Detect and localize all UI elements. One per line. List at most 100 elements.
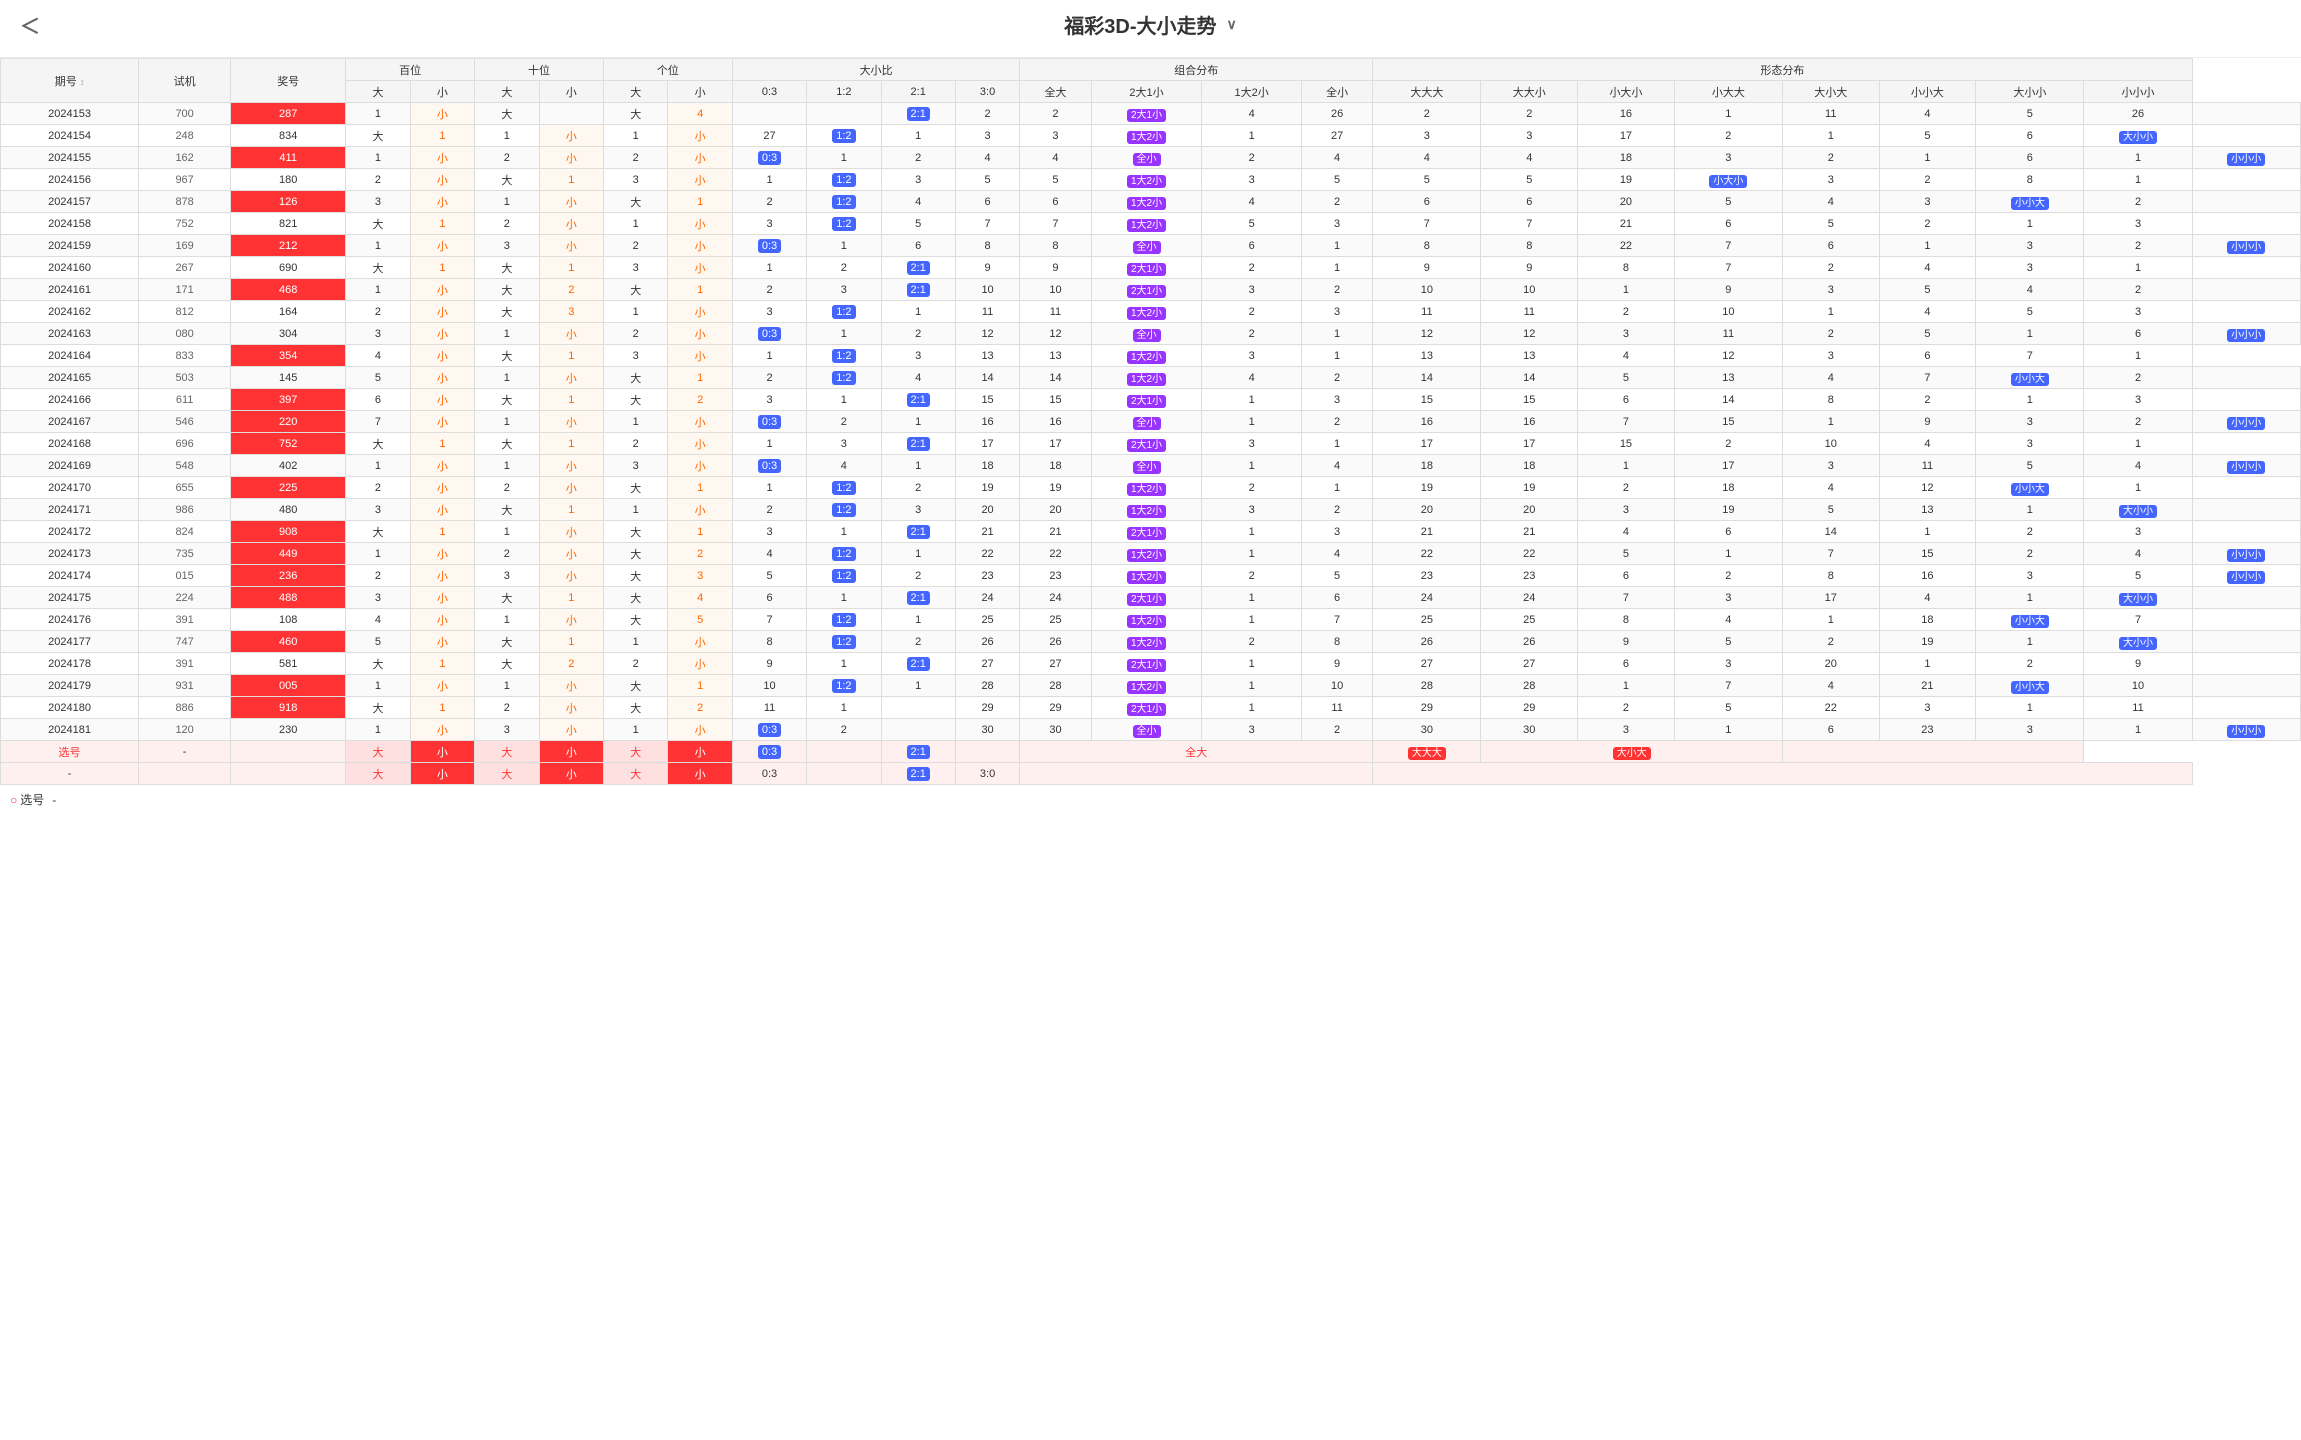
bai-da-cell: 6 [346, 389, 410, 411]
shape-num-cell: 2 [1879, 213, 1976, 235]
r21-cell: 2:1 [881, 521, 955, 543]
shape-num-cell: 3 [2084, 213, 2192, 235]
r30-cell: 19 [955, 477, 1019, 499]
shape-num-cell [2192, 367, 2300, 389]
jianghao-cell: 108 [231, 609, 346, 631]
s1-cell: 3 [1782, 345, 1879, 367]
ge-xiao-cell: 1 [668, 675, 732, 697]
shape-num-cell: 5 [1976, 103, 2084, 125]
table-row: 20241777474605小大11小81:2226261大2小28262695… [1, 631, 2301, 653]
shi-da-cell: 1 [475, 609, 539, 631]
shape-num-cell: 1 [2084, 433, 2192, 455]
r21-cell: 2 [881, 631, 955, 653]
cqx-cnt-cell: 6 [1202, 235, 1302, 257]
v2-cell: 5 [1578, 543, 1675, 565]
r21-cell: 4 [881, 367, 955, 389]
r03-cell: 1 [732, 477, 806, 499]
ge-da-cell: 3 [603, 169, 667, 191]
bai-xiao-cell: 小 [410, 323, 474, 345]
shi-xiao-cell: 小 [539, 477, 603, 499]
shape-num-cell: 11 [1782, 103, 1879, 125]
cfull-cell: 7 [1301, 609, 1372, 631]
r21-cell: 2 [881, 147, 955, 169]
v2-cell: 6 [1578, 565, 1675, 587]
c1d2x-cnt-cell: 4 [1202, 367, 1302, 389]
table-row: 20241655031455小1小大121:2414141大2小42141451… [1, 367, 2301, 389]
shape-num-cell: 1 [1782, 411, 1879, 433]
qihao-cell: 2024167 [1, 411, 139, 433]
bai-da-cell: 大 [346, 521, 410, 543]
r03-cell: 0:3 [732, 411, 806, 433]
c1d2x-cnt-cell: 5 [1202, 213, 1302, 235]
shape-num-cell: 9 [1674, 279, 1782, 301]
jianghao-cell: 164 [231, 301, 346, 323]
shape-num-cell: 1 [1782, 301, 1879, 323]
back-button[interactable]: ＜ [20, 10, 40, 39]
shi-xiao-cell [539, 103, 603, 125]
bai-xiao-cell: 1 [410, 257, 474, 279]
jianghao-cell: 354 [231, 345, 346, 367]
r21-cell: 3 [881, 345, 955, 367]
radio-xuanzhong[interactable]: ○ 选号 [10, 791, 44, 808]
r03-cell: 9 [732, 653, 806, 675]
c1d2x-cnt-cell: 4 [1202, 191, 1302, 213]
footer-r21: 2:1 [881, 741, 955, 763]
qihao-cell: 2024153 [1, 103, 139, 125]
r30-cell: 3 [955, 125, 1019, 147]
c1d2x-cell: 1大2小 [1091, 301, 1202, 323]
bai-xiao-cell: 小 [410, 389, 474, 411]
bai-da-cell: 大 [346, 433, 410, 455]
cum-total-cell: 20 [1020, 499, 1091, 521]
bai-da-cell: 2 [346, 477, 410, 499]
c2d1x-cnt-cell: 1 [1202, 587, 1302, 609]
r03-cell: 11 [732, 697, 806, 719]
r03-cell: 1 [732, 257, 806, 279]
ge-da-cell: 1 [603, 719, 667, 741]
th-qihao[interactable]: 期号 ↕ [1, 59, 139, 103]
shape-num-cell: 1 [1976, 587, 2084, 609]
cum-total-cell: 9 [1020, 257, 1091, 279]
r12-cell: 1 [807, 235, 881, 257]
shape-num-cell [2192, 521, 2300, 543]
th-xdd: 小大大 [1674, 81, 1782, 103]
bai-da-cell: 大 [346, 697, 410, 719]
footer-xiao1: 小 [410, 741, 474, 763]
bai-da-cell: 1 [346, 455, 410, 477]
bai-xiao-cell: 1 [410, 433, 474, 455]
footer2-da3: 大 [603, 763, 667, 785]
c1d2x-cell: 1大2小 [1091, 191, 1202, 213]
shape-num-cell: 3 [1674, 587, 1782, 609]
cfull-cell: 3 [1301, 213, 1372, 235]
ge-xiao-cell: 2 [668, 543, 732, 565]
qihao-cell: 2024161 [1, 279, 139, 301]
table-row: 2024172824908大11小大1312:121212大1小13212146… [1, 521, 2301, 543]
cfull-cell: 5 [1301, 169, 1372, 191]
ge-da-cell: 1 [603, 301, 667, 323]
shape-num-cell: 13 [1879, 499, 1976, 521]
cfull-cell: 9 [1301, 653, 1372, 675]
v1-cell: 16 [1481, 411, 1578, 433]
shape-num-cell: 2 [1976, 653, 2084, 675]
dropdown-icon[interactable]: ∨ [1226, 16, 1236, 33]
qihao-cell: 2024169 [1, 455, 139, 477]
v1-cell: 9 [1481, 257, 1578, 279]
r30-cell: 23 [955, 565, 1019, 587]
bai-xiao-cell: 小 [410, 477, 474, 499]
shape-num-cell [2192, 587, 2300, 609]
th-shi-xiao: 小 [539, 81, 603, 103]
r21-cell: 2:1 [881, 103, 955, 125]
r30-cell: 7 [955, 213, 1019, 235]
shape-num-cell: 3 [2084, 389, 2192, 411]
jianghao-cell: 126 [231, 191, 346, 213]
footer2-shape [1373, 763, 2192, 785]
shape-num-cell: 7 [1674, 675, 1782, 697]
r03-cell: 7 [732, 609, 806, 631]
ge-xiao-cell: 1 [668, 279, 732, 301]
v2-cell: 21 [1578, 213, 1675, 235]
cfull-cell: 1 [1301, 257, 1372, 279]
shi-da-cell: 3 [475, 719, 539, 741]
cfull-cell: 27 [1301, 125, 1372, 147]
v1-cell: 4 [1481, 147, 1578, 169]
shape-num-cell: 1 [2084, 719, 2192, 741]
v1-cell: 24 [1481, 587, 1578, 609]
